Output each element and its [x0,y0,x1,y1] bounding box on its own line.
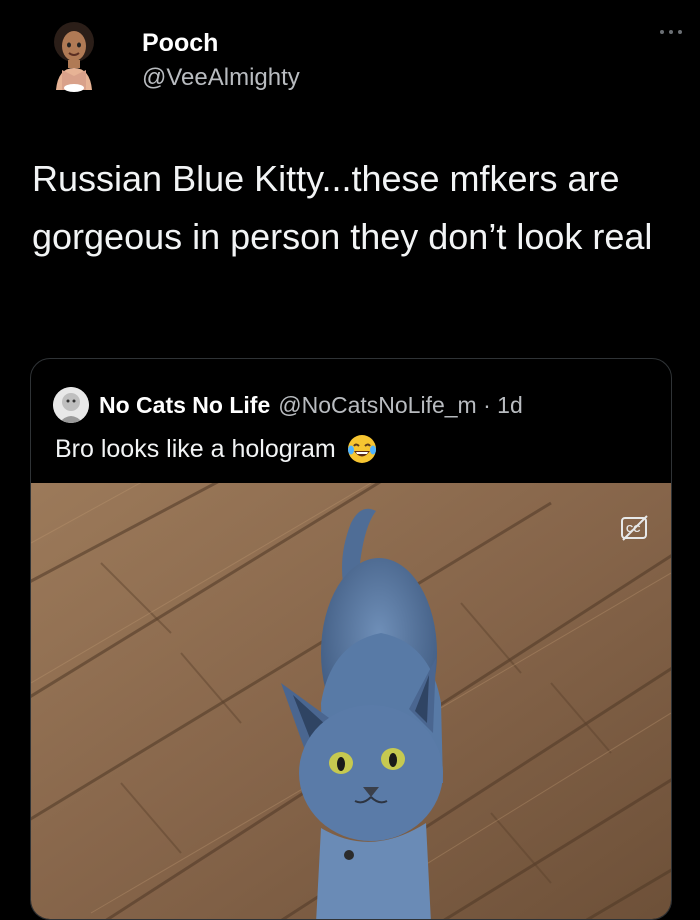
tweet-header: Pooch @VeeAlmighty [0,0,700,110]
author-handle[interactable]: @VeeAlmighty [142,64,300,92]
quoted-author-meta[interactable]: @NoCatsNoLife_m · 1d [278,392,523,419]
quoted-author-name[interactable]: No Cats No Life [99,392,270,419]
avatar[interactable] [46,20,102,94]
quoted-media-video[interactable]: CC [31,483,671,919]
quoted-text-content: Bro looks like a hologram [55,434,336,463]
quoted-text: Bro looks like a hologram [55,433,378,465]
quoted-avatar[interactable] [53,387,89,423]
tweet-text: Russian Blue Kitty...these mfkers are go… [32,158,653,257]
closed-captions-off-icon[interactable]: CC [619,513,651,543]
more-dots-icon[interactable] [660,30,682,34]
quoted-tweet[interactable]: No Cats No Life @NoCatsNoLife_m · 1d Bro… [30,358,672,920]
quoted-header: No Cats No Life @NoCatsNoLife_m · 1d [53,387,523,423]
author-name[interactable]: Pooch [142,29,218,58]
tears-of-joy-emoji [347,435,376,463]
cat-on-wood-floor-image [31,483,671,919]
